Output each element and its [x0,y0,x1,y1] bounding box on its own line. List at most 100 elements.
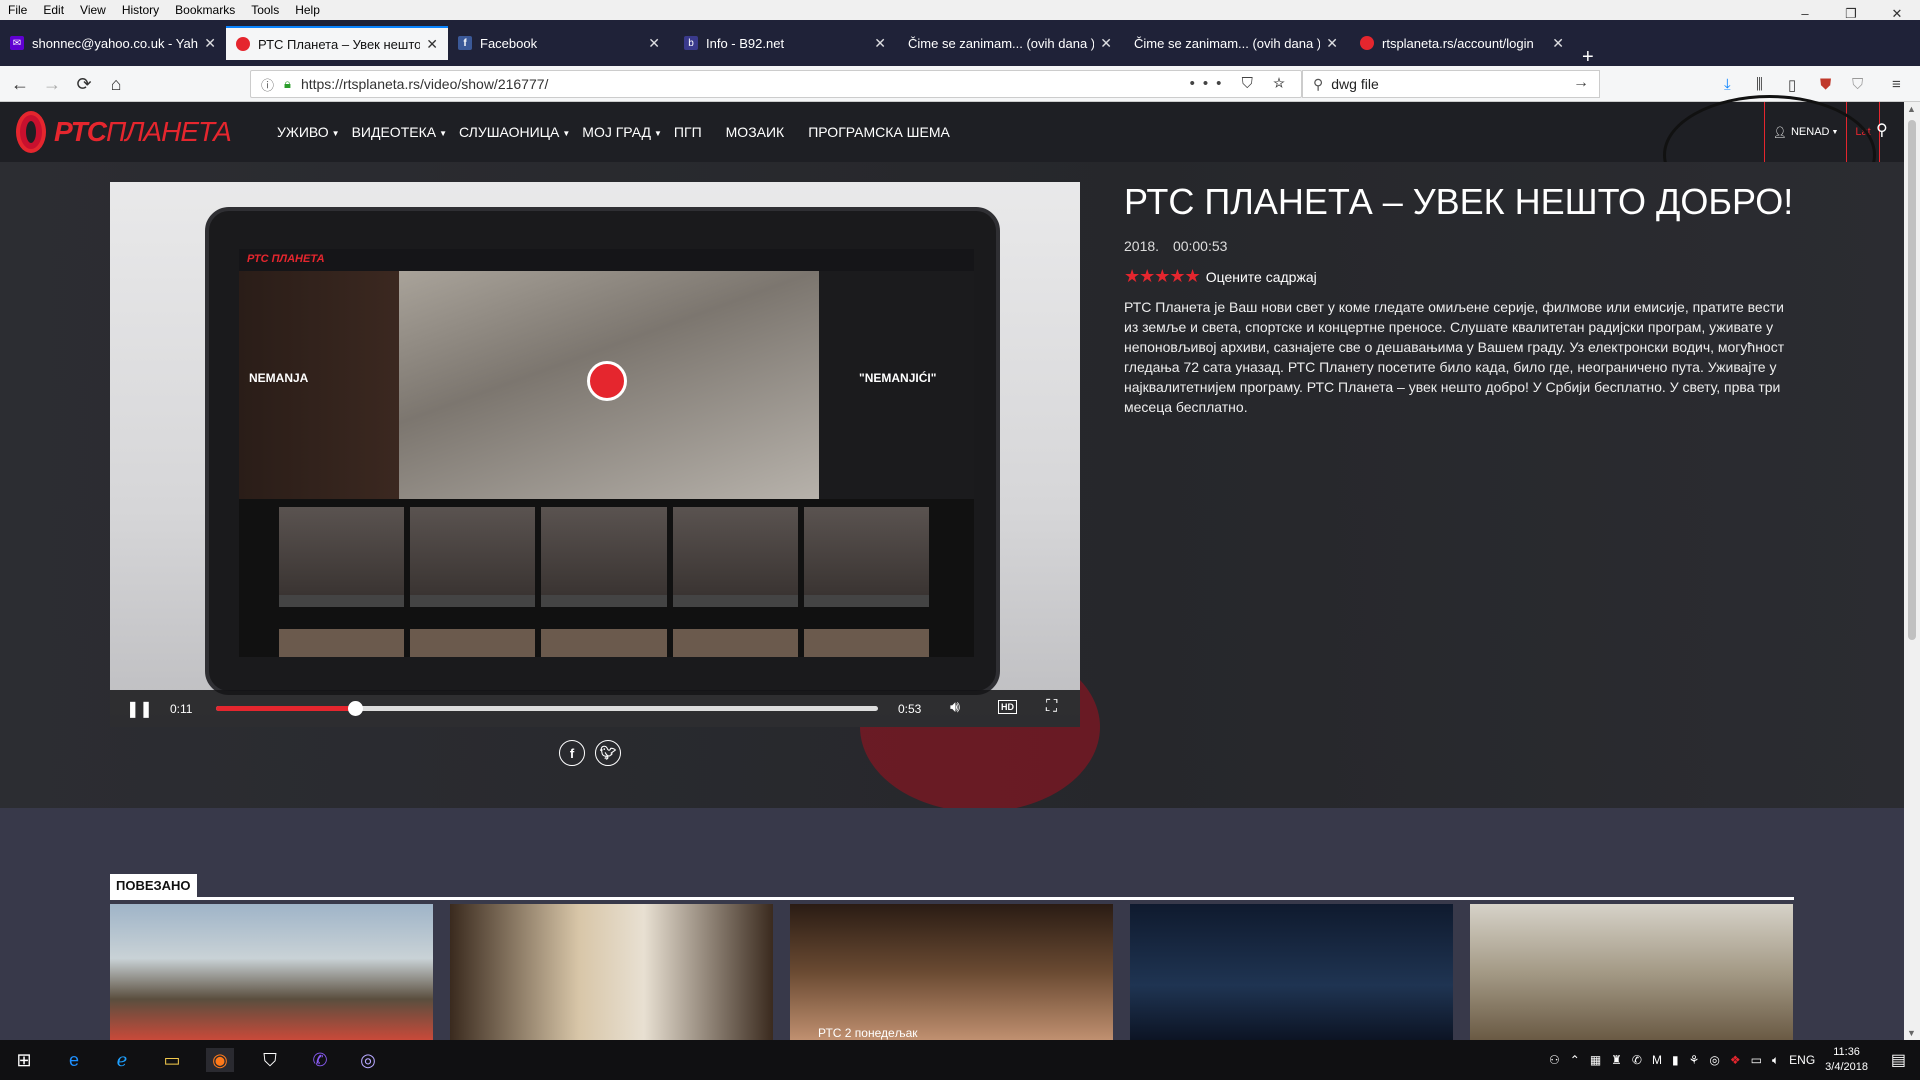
related-thumbnail[interactable]: РТС 2 понедељак [790,904,1113,1040]
nav-moj-grad[interactable]: МОЈ ГРАД ▼ [582,124,662,140]
seek-handle[interactable] [348,701,364,716]
menu-history[interactable]: History [114,3,167,17]
tab-yahoo-mail[interactable]: ✉ shonnec@yahoo.co.uk - Yahoo ✕ [0,28,226,58]
notifications-icon[interactable]: ▤ [1891,1050,1906,1070]
volume-icon[interactable]: 🔊︎ [950,699,960,717]
tray-app-icon[interactable]: ❖ [1730,1053,1741,1067]
tray-app-icon[interactable]: ♜ [1611,1053,1622,1067]
share-buttons: f 🐦︎ [559,740,621,766]
tray-app-icon[interactable]: M [1652,1053,1662,1067]
tray-app-icon[interactable]: ⚘ [1689,1053,1700,1067]
site-search-icon[interactable]: ⚲ [1876,120,1888,140]
downloads-icon[interactable]: ⤓ [1724,76,1731,93]
pause-icon[interactable]: ❚❚ [126,699,153,719]
menu-view[interactable]: View [72,3,114,17]
rating: ★★★★★ Оцените садржај [1124,266,1794,287]
tab-rts-login[interactable]: rtsplaneta.rs/account/login ✕ [1350,28,1574,58]
related-thumbnail[interactable] [450,904,773,1040]
hamburger-menu-icon[interactable]: ≡ [1892,76,1901,93]
network-icon[interactable]: ▭ [1751,1053,1762,1067]
tray-app-icon[interactable]: ✆ [1632,1053,1642,1067]
tray-app-icon[interactable]: ▮ [1672,1053,1679,1067]
file-explorer-icon[interactable]: ▭ [158,1048,186,1072]
nav-pgp[interactable]: ПГП [674,124,702,140]
sidebar-icon[interactable]: ▯ [1788,76,1796,94]
search-go-arrow-icon[interactable]: → [1573,74,1589,92]
language-indicator[interactable]: ENG [1789,1053,1815,1067]
facebook-share-icon[interactable]: f [559,740,585,766]
rts-planeta-logo[interactable]: РТСПЛАНЕТА [16,108,232,156]
rating-stars[interactable]: ★★★★★ [1124,266,1201,287]
hd-icon[interactable]: HD [998,700,1017,714]
nav-videoteka[interactable]: ВИДЕОТЕКА ▼ [352,124,447,140]
menu-file[interactable]: File [0,3,35,17]
clock-time: 11:36 [1833,1046,1860,1058]
scroll-up-arrow-icon[interactable]: ▲ [1907,104,1916,114]
related-thumbnail[interactable] [1130,904,1453,1040]
tray-app-icon[interactable]: ▦ [1590,1053,1601,1067]
back-arrow-icon[interactable]: ← [8,74,32,94]
tab-cime-se-zanimam-2[interactable]: Čime se zanimam... (ovih dana ) - F ✕ [1124,28,1348,58]
home-icon[interactable]: ⌂ [104,74,128,94]
video-player[interactable]: РТС ПЛАНЕТА NEMANJA "NEMANJIĆI" ❚❚ 0:11 [110,182,1080,727]
address-bar[interactable]: ⓘ 🔒︎ https://rtsplaneta.rs/video/show/21… [250,70,1302,98]
tab-cime-se-zanimam-1[interactable]: Čime se zanimam... (ovih dana ) - F ✕ [898,28,1122,58]
close-tab-icon[interactable]: ✕ [874,35,886,52]
adblock-icon[interactable]: ⛊ [1820,76,1831,93]
close-tab-icon[interactable]: ✕ [648,35,660,52]
nav-slusaonica[interactable]: СЛУШАОНИЦА ▼ [459,124,570,140]
page-actions-icon[interactable]: ••• ⛉ ☆ [1190,75,1293,92]
page-scrollbar[interactable]: ▲ ▼ [1904,102,1920,1040]
close-tab-icon[interactable]: ✕ [1326,35,1338,52]
tablet-thumbnails [279,507,930,607]
tab-title: Čime se zanimam... (ovih dana ) - F [908,35,1095,51]
internet-explorer-icon[interactable]: ℯ [108,1048,136,1072]
seek-bar[interactable] [216,701,878,716]
reload-icon[interactable]: ⟳ [72,74,96,94]
tab-rts-planeta[interactable]: РТС Планета – Увек нешто до ✕ [226,26,448,60]
video-meta: 2018. 00:00:53 [1124,238,1794,254]
url-text[interactable]: https://rtsplaneta.rs/video/show/216777/ [301,76,548,92]
fullscreen-icon[interactable]: ⛶ [1046,698,1057,716]
current-time: 0:11 [170,702,193,716]
nav-mozaik[interactable]: МОЗАИК [726,124,785,140]
firefox-icon[interactable]: ◉ [206,1048,234,1072]
menu-tools[interactable]: Tools [243,3,287,17]
speaker-icon[interactable]: 🔈︎ [1772,1053,1779,1068]
close-tab-icon[interactable]: ✕ [426,36,438,53]
search-value[interactable]: dwg file [1331,76,1378,92]
app-swirl-icon[interactable]: ◎ [354,1048,382,1072]
main-content: РТС ПЛАНЕТА NEMANJA "NEMANJIĆI" ❚❚ 0:11 [0,162,1904,808]
related-thumbnail[interactable] [1470,904,1793,1040]
windows-start-icon[interactable]: ⊞ [10,1048,38,1072]
forward-arrow-icon[interactable]: → [40,74,64,94]
tray-app-icon[interactable]: ◎ [1709,1053,1719,1067]
tablet-feature: NEMANJA "NEMANJIĆI" [239,271,974,499]
close-tab-icon[interactable]: ✕ [1552,35,1564,52]
people-icon[interactable]: ⚇ [1549,1053,1560,1067]
viber-icon[interactable]: ✆ [306,1048,334,1072]
nav-uzivo[interactable]: УЖИВО ▼ [277,124,340,140]
edge-icon[interactable]: e [60,1048,88,1072]
tray-chevron-icon[interactable]: ⌃ [1570,1053,1580,1067]
inner-play-icon [587,361,627,401]
info-icon[interactable]: ⓘ [261,75,274,94]
clock[interactable]: 11:36 3/4/2018 [1825,1045,1868,1075]
related-thumbnail[interactable] [110,904,433,1040]
tab-b92[interactable]: b Info - B92.net ✕ [674,28,896,58]
tab-facebook[interactable]: f Facebook ✕ [448,28,670,58]
twitter-share-icon[interactable]: 🐦︎ [595,740,621,766]
menu-bookmarks[interactable]: Bookmarks [167,3,243,17]
close-tab-icon[interactable]: ✕ [204,35,216,52]
nav-programska-sema[interactable]: ПРОГРАМСКА ШЕМА [808,124,950,140]
shield-icon[interactable]: ⛉ [1852,76,1863,93]
search-input[interactable]: ⚲ dwg file → [1302,70,1600,98]
close-tab-icon[interactable]: ✕ [1100,35,1112,52]
app-shield-icon[interactable]: ⛉ [256,1048,284,1072]
menu-edit[interactable]: Edit [35,3,72,17]
scroll-down-arrow-icon[interactable]: ▼ [1907,1028,1916,1038]
menu-help[interactable]: Help [287,3,328,17]
library-icon[interactable]: ⫼ [1756,76,1763,93]
scroll-thumb[interactable] [1908,120,1916,640]
system-tray: ⚇ ⌃ ▦ ♜ ✆ M ▮ ⚘ ◎ ❖ ▭ 🔈︎ ENG 11:36 3/4/2… [1549,1040,1868,1080]
